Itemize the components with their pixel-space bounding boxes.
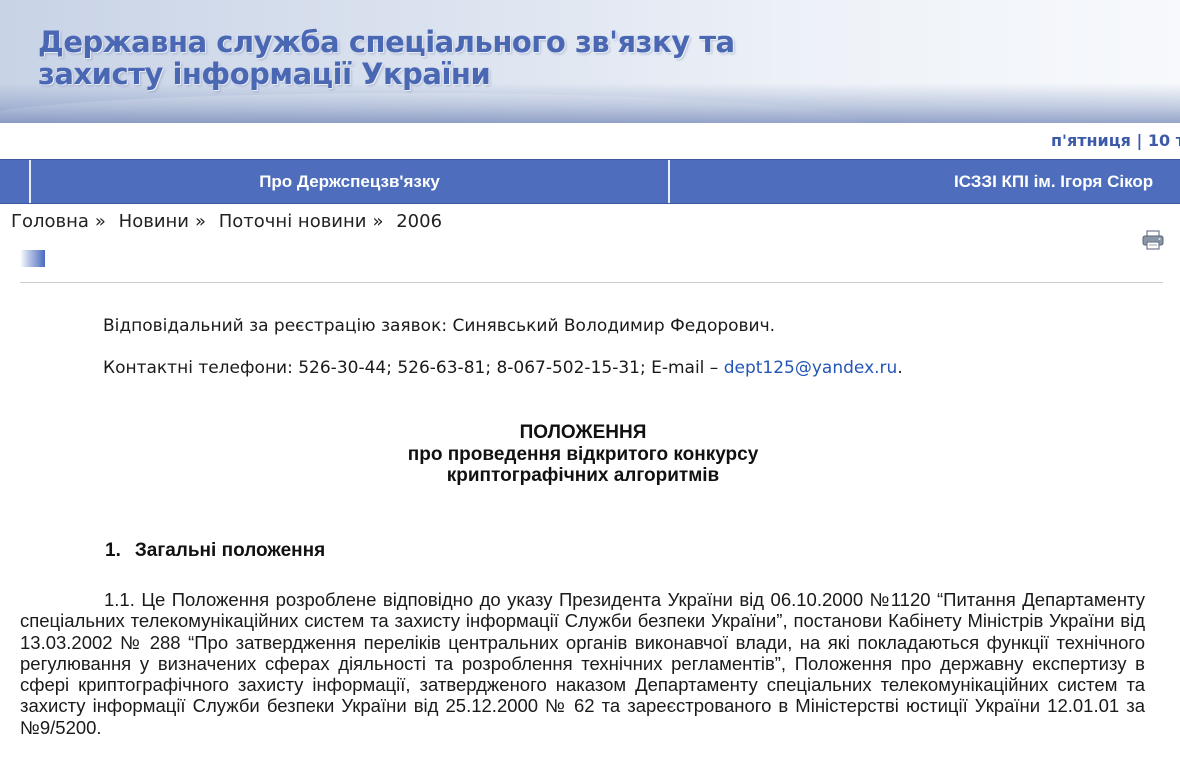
paragraph-1-1: 1.1. Це Положення розроблене відповідно … [20, 589, 1145, 738]
nav-item-iszzi[interactable]: ІСЗЗІ КПІ ім. Ігоря Сікор [954, 160, 1180, 203]
nav-item-about[interactable]: Про Держспецзв'язку [31, 160, 668, 203]
content-divider [20, 282, 1163, 283]
section-number: 1. [105, 540, 121, 561]
breadcrumb-year[interactable]: 2006 [396, 211, 442, 232]
breadcrumb-news[interactable]: Новини [119, 211, 189, 232]
document-title-line3: криптографічних алгоритмів [446, 465, 720, 486]
document-title-line1: ПОЛОЖЕННЯ [519, 422, 647, 443]
contact-email-link[interactable]: dept125@yandex.ru [724, 358, 898, 378]
document-title-line2: про проведення відкритого конкурсу [407, 443, 759, 465]
section-title: Загальні положення [134, 540, 326, 561]
site-title-line1: Державна служба спеціального зв'язку та [38, 25, 735, 59]
section-accent-bar [20, 250, 45, 267]
contact-phones-end: . [897, 358, 903, 378]
section-heading: 1. Загальні положення [105, 540, 325, 562]
breadcrumb-separator: » [372, 211, 384, 232]
header-banner: Державна служба спеціального зв'язку та … [0, 0, 1180, 123]
site-title[interactable]: Державна служба спеціального зв'язку та … [38, 26, 735, 90]
site-title-line2: захисту інформації України [38, 57, 491, 91]
breadcrumb-home[interactable]: Головна [11, 211, 89, 232]
breadcrumb-separator: » [195, 211, 207, 232]
contact-responsible: Відповідальний за реєстрацію заявок: Син… [103, 316, 776, 336]
document-title: ПОЛОЖЕННЯ про проведення відкритого конк… [300, 422, 866, 487]
main-nav: Про Держспецзв'язку ІСЗЗІ КПІ ім. Ігоря … [0, 159, 1180, 204]
nav-separator [668, 160, 670, 203]
contact-phones: Контактні телефони: 526-30-44; 526-63-81… [103, 358, 903, 378]
breadcrumb-current-news[interactable]: Поточні новини [219, 211, 367, 232]
current-date: п'ятниця | 10 т [1051, 131, 1180, 150]
print-icon[interactable] [1142, 230, 1164, 250]
contact-phones-text: Контактні телефони: 526-30-44; 526-63-81… [103, 358, 724, 378]
breadcrumb: Головна» Новини» Поточні новини» 2006 [11, 211, 442, 232]
breadcrumb-separator: » [94, 211, 106, 232]
